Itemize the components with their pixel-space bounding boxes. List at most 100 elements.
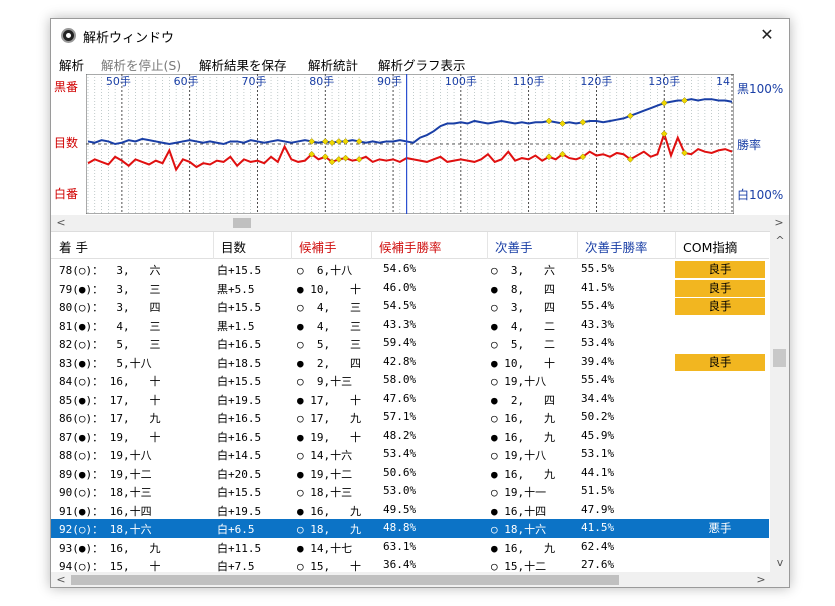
label-white-side: 白番 [54, 187, 79, 201]
candidate-cell: ○ 4, 三 [297, 301, 361, 314]
score-cell: 白+14.5 [217, 449, 262, 462]
candidate-winrate-cell: 36.4% [383, 558, 417, 571]
score-cell: 白+19.5 [217, 393, 262, 407]
column-separator[interactable] [291, 232, 292, 259]
candidate-winrate-cell: 53.4% [383, 447, 417, 460]
menu-stop-analysis[interactable]: 解析を停止(S) [101, 55, 181, 74]
score-cell: 白+19.5 [217, 504, 262, 518]
menu-statistics[interactable]: 解析統計 [308, 55, 358, 74]
column-header[interactable]: 次善手 [495, 237, 533, 256]
scroll-right-arrow-bottom[interactable]: > [753, 572, 769, 587]
move-cell: 79(●)： 3, 三 [59, 282, 161, 296]
scroll-left-arrow-bottom[interactable]: < [53, 572, 69, 587]
table-row[interactable]: 81(●)： 4, 三 黒+1.5 ● 4, 三 43.3% ● 4, 二 43.3% [51, 316, 769, 335]
column-header[interactable]: 目数 [221, 237, 246, 256]
table-row[interactable]: 91(●)： 16,十四 白+19.5 ● 16, 九 49.5% ● 16,十四 47.… [51, 501, 769, 520]
candidate-cell: ○ 6,十八 [297, 264, 353, 277]
menu-bar: 解析 解析を停止(S) 解析結果を保存 解析統計 解析グラフ表示 [51, 53, 789, 73]
column-header[interactable]: 着 手 [59, 237, 88, 256]
column-header[interactable]: 候補手 [299, 237, 337, 256]
table-row[interactable]: 90(○)： 18,十三 白+15.5 ○ 18,十三 53.0% ○ 19,十一 51.… [51, 482, 769, 501]
table-row[interactable]: 84(○)： 16, 十 白+15.5 ○ 9,十三 58.0% ○ 19,十八 55.4… [51, 371, 769, 390]
candidate-cell: ● 17, 十 [297, 393, 361, 407]
com-comment-cell: 悪手 [708, 521, 732, 535]
graph-canvas[interactable]: 50手 60手 70手 80手 90手 100手 110手 120手 130手 14 [86, 74, 734, 214]
score-cell: 白+20.5 [217, 467, 262, 481]
next-winrate-cell: 51.5% [581, 484, 615, 497]
analysis-table: 着 手目数 候補手 候補手勝率 次善手 次善手勝率 COM指摘 78(○)： 3, 六白+… [51, 231, 789, 573]
next-winrate-cell: 53.4% [581, 336, 615, 349]
table-row[interactable]: 86(○)： 17, 九 白+16.5 ○ 17, 九 57.1% ○ 16, 九 50.… [51, 408, 769, 427]
com-comment-cell [675, 317, 765, 334]
com-comment-cell: 良手 [675, 353, 765, 371]
analysis-graph[interactable]: 黒番 目数 白番 50手 60手 70手 80手 90手 100手 110手 120手 130手… [51, 74, 789, 214]
candidate-cell: ○ 17, 九 [297, 412, 361, 425]
next-cell: ○ 16, 九 [491, 412, 555, 425]
column-header[interactable]: 次善手勝率 [585, 237, 648, 256]
graph-horizontal-scrollbar[interactable]: < > [51, 215, 789, 231]
move-tick-label: 120手 [580, 74, 612, 88]
com-comment-cell [675, 446, 765, 463]
label-white-100: 白100% [737, 188, 784, 202]
table-row[interactable]: 79(●)： 3, 三 黒+5.5 ● 10, 十 46.0% ● 8, 四 41.5% 良… [51, 279, 769, 298]
scroll-up-arrow[interactable]: ^ [772, 233, 788, 249]
score-cell: 白+6.5 [217, 523, 255, 536]
scroll-down-arrow[interactable]: v [772, 555, 788, 571]
table-horizontal-scrollbar[interactable]: < > [51, 572, 789, 587]
score-cell: 白+16.5 [217, 412, 262, 425]
scroll-right-arrow[interactable]: > [771, 215, 787, 231]
column-separator[interactable] [487, 232, 488, 259]
move-cell: 93(●)： 16, 九 [59, 541, 161, 555]
vertical-scroll-thumb[interactable] [773, 349, 786, 367]
table-row[interactable]: 80(○)： 3, 四 白+15.5 ○ 4, 三 54.5% ○ 3, 四 55.4% 良… [51, 297, 769, 316]
table-row[interactable]: 78(○)： 3, 六 白+15.5 ○ 6,十八 54.6% ○ 3, 六 55.5% 良… [51, 260, 769, 279]
table-row[interactable]: 83(●)： 5,十八 白+18.5 ● 2, 四 42.8% ● 10, 十 39.4%… [51, 353, 769, 372]
menu-analyze[interactable]: 解析 [59, 55, 84, 74]
table-row[interactable]: 89(●)： 19,十二 白+20.5 ● 19,十二 50.6% ● 16, 九 44.… [51, 464, 769, 483]
scroll-left-arrow[interactable]: < [53, 215, 69, 231]
move-cell: 85(●)： 17, 十 [59, 393, 161, 407]
score-cell: 白+15.5 [217, 301, 262, 314]
table-row[interactable]: 93(●)： 16, 九 白+11.5 ● 14,十七 63.1% ● 16, 九 62.… [51, 538, 769, 557]
score-cell: 白+16.5 [217, 430, 262, 444]
menu-save-results[interactable]: 解析結果を保存 [199, 55, 287, 74]
column-separator[interactable] [675, 232, 676, 259]
candidate-winrate-cell: 63.1% [383, 539, 417, 553]
table-row[interactable]: 88(○)： 19,十八 白+14.5 ○ 14,十六 53.4% ○ 19,十八 53.… [51, 445, 769, 464]
candidate-winrate-cell: 54.6% [383, 262, 417, 275]
move-cell: 84(○)： 16, 十 [59, 375, 161, 388]
column-separator[interactable] [577, 232, 578, 259]
column-header[interactable]: COM指摘 [683, 237, 737, 256]
column-header[interactable]: 候補手勝率 [379, 237, 442, 256]
menu-show-graph[interactable]: 解析グラフ表示 [378, 55, 466, 74]
score-cell: 白+15.5 [217, 264, 262, 277]
score-cell: 白+15.5 [217, 375, 262, 388]
table-row[interactable]: 92(○)： 18,十六 白+6.5 ○ 18, 九 48.8% ○ 18,十六 41.5… [51, 519, 769, 538]
next-winrate-cell: 44.1% [581, 465, 615, 479]
close-button[interactable]: ✕ [745, 19, 789, 51]
candidate-cell: ○ 18, 九 [297, 523, 361, 536]
scroll-thumb[interactable] [233, 218, 251, 228]
candidate-winrate-cell: 47.6% [383, 391, 417, 405]
candidate-winrate-cell: 42.8% [383, 354, 417, 368]
com-comment-cell [675, 409, 765, 426]
table-row[interactable]: 85(●)： 17, 十 白+19.5 ● 17, 十 47.6% ● 2, 四 34.4… [51, 390, 769, 409]
com-comment-cell [675, 372, 765, 389]
next-winrate-cell: 43.3% [581, 317, 615, 331]
column-separator[interactable] [371, 232, 372, 259]
com-comment-cell: 良手 [675, 279, 765, 297]
table-row[interactable]: 87(●)： 19, 十 白+16.5 ● 19, 十 48.2% ● 16, 九 45.… [51, 427, 769, 446]
next-winrate-cell: 55.5% [581, 262, 615, 275]
scroll-thumb-bottom[interactable] [71, 575, 619, 585]
table-vertical-scrollbar[interactable]: ^ v [770, 231, 789, 573]
candidate-cell: ● 19, 十 [297, 430, 361, 444]
com-comment-cell [675, 465, 765, 482]
label-black-side: 黒番 [54, 80, 79, 94]
next-cell: ● 4, 二 [491, 319, 555, 333]
column-separator[interactable] [213, 232, 214, 259]
table-row[interactable]: 82(○)： 5, 三 白+16.5 ○ 5, 三 59.4% ○ 5, 二 53.4% [51, 334, 769, 353]
score-cell: 白+11.5 [217, 541, 262, 555]
candidate-cell: ○ 14,十六 [297, 449, 353, 462]
candidate-winrate-cell: 49.5% [383, 502, 417, 516]
candidate-cell: ● 4, 三 [297, 319, 361, 333]
